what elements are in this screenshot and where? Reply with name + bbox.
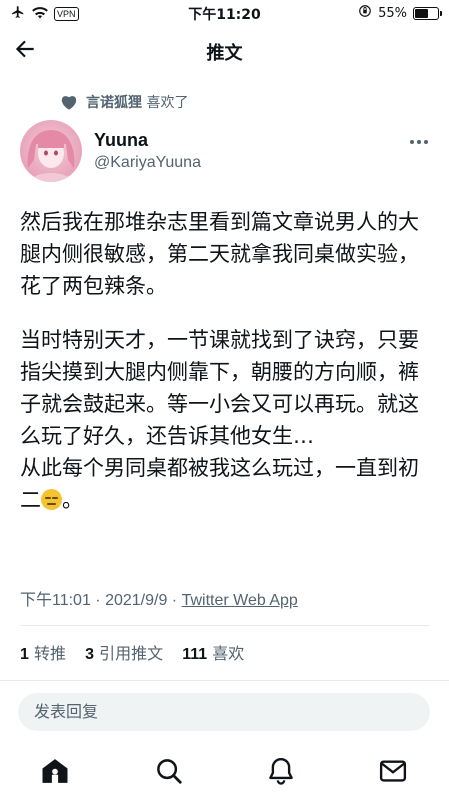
more-options-button[interactable] — [409, 130, 429, 149]
home-icon — [42, 759, 68, 783]
messages-icon — [379, 760, 407, 782]
divider — [0, 680, 449, 681]
tweet-date: 2021/9/9 — [105, 592, 168, 609]
battery-percent: 55% — [378, 5, 407, 21]
notifications-icon — [269, 757, 293, 785]
tweet-paragraph-3-end: 。 — [62, 488, 83, 512]
nav-bar: 推文 — [0, 30, 449, 70]
page-title: 推文 — [206, 43, 243, 64]
quotes-stat[interactable]: 3 引用推文 — [85, 644, 163, 663]
tweet-paragraph-1: 然后我在那堆杂志里看到篇文章说男人的大腿内侧很敏感，第二天就拿我同桌做实验，花了… — [20, 210, 419, 298]
divider — [20, 625, 429, 626]
status-bar: VPN 下午11:20 55% — [0, 0, 449, 26]
heart-icon — [61, 96, 77, 110]
liker-name: 言诺狐狸 — [86, 95, 142, 111]
reply-input[interactable]: 发表回复 — [18, 693, 430, 731]
tab-notifications[interactable] — [266, 756, 296, 786]
tweet-paragraph-3: 从此每个男同桌都被我这么玩过，一直到初二。 — [20, 452, 428, 516]
status-right: 55% — [358, 4, 442, 22]
likes-stat[interactable]: 111 喜欢 — [182, 644, 244, 663]
author-display-name[interactable]: Yuuna — [94, 130, 148, 151]
quotes-count: 3 — [85, 646, 95, 663]
search-icon — [157, 759, 182, 784]
likes-label: 喜欢 — [212, 644, 245, 663]
tweet-paragraph-2-3: 当时特别天才，一节课就找到了诀窍，只要指尖摸到大腿内侧靠下，朝腰的方向顺，裤子就… — [20, 324, 428, 516]
retweets-stat[interactable]: 1 转推 — [20, 644, 66, 663]
battery-level — [415, 8, 429, 18]
tab-messages[interactable] — [378, 756, 408, 786]
likes-count: 111 — [182, 646, 208, 663]
meta-separator: · — [167, 592, 182, 609]
tweet-time: 下午11:01 — [20, 592, 91, 609]
tweet-source-link[interactable]: Twitter Web App — [182, 592, 298, 609]
tab-bar — [0, 748, 449, 796]
liked-action: 喜欢了 — [146, 95, 189, 111]
social-context[interactable]: 言诺狐狸 喜欢了 — [60, 92, 188, 112]
battery-cap — [440, 10, 442, 16]
tweet-paragraph-2: 当时特别天才，一节课就找到了诀窍，只要指尖摸到大腿内侧靠下，朝腰的方向顺，裤子就… — [20, 328, 419, 448]
engagement-stats: 1 转推 3 引用推文 111 喜欢 — [20, 640, 258, 664]
tab-home[interactable] — [40, 756, 70, 786]
retweets-label: 转推 — [34, 644, 67, 663]
expressionless-face-icon — [41, 489, 62, 510]
meta-separator: · — [90, 592, 106, 609]
quotes-label: 引用推文 — [99, 644, 164, 663]
orientation-lock-icon — [358, 4, 372, 22]
more-icon — [410, 140, 428, 144]
tweet-meta: 下午11:01 · 2021/9/9 · Twitter Web App — [20, 586, 298, 610]
avatar[interactable] — [20, 120, 82, 182]
avatar-image — [27, 130, 75, 182]
author-handle[interactable]: @KariyaYuuna — [94, 154, 201, 172]
retweets-count: 1 — [20, 646, 29, 663]
tab-search[interactable] — [154, 756, 184, 786]
battery-icon — [413, 6, 442, 20]
